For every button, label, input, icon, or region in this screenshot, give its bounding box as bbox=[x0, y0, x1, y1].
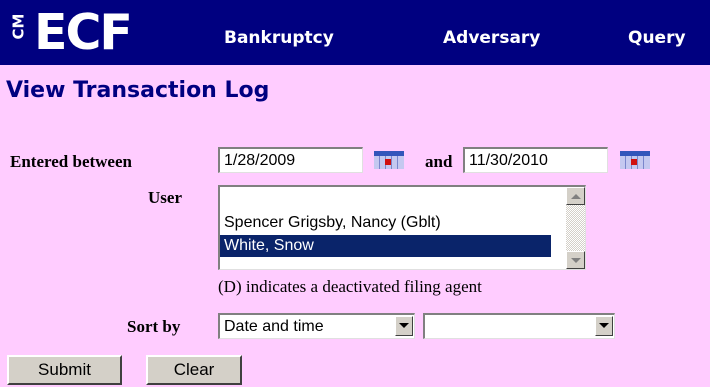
arrow-down-icon bbox=[571, 258, 581, 263]
clear-button[interactable]: Clear bbox=[146, 355, 242, 385]
dropdown-button[interactable] bbox=[395, 316, 413, 336]
logo-ecf-text: ECF bbox=[34, 4, 133, 61]
top-navigation-bar: CM ECF Bankruptcy Adversary Query bbox=[0, 0, 710, 65]
listbox-scrollbar[interactable] bbox=[566, 187, 585, 269]
logo-cm-text: CM bbox=[6, 14, 32, 54]
scroll-down-button[interactable] bbox=[566, 251, 585, 269]
sort-by-label: Sort by bbox=[127, 317, 181, 336]
cmecf-logo: CM ECF bbox=[6, 6, 178, 60]
nav-adversary[interactable]: Adversary bbox=[443, 28, 540, 48]
end-date-field[interactable]: 11/30/2010 bbox=[463, 147, 608, 173]
submit-button[interactable]: Submit bbox=[7, 355, 122, 385]
entered-between-label: Entered between bbox=[10, 152, 132, 171]
start-date-field[interactable]: 1/28/2009 bbox=[218, 147, 363, 173]
page-title: View Transaction Log bbox=[6, 78, 270, 103]
sort-primary-select[interactable]: Date and time bbox=[218, 313, 415, 339]
nav-query[interactable]: Query bbox=[628, 28, 686, 48]
user-option[interactable]: Spencer Grigsby, Nancy (Gblt) bbox=[224, 212, 441, 234]
calendar-icon[interactable] bbox=[620, 151, 650, 169]
sort-primary-value: Date and time bbox=[224, 318, 324, 335]
sort-secondary-select[interactable] bbox=[423, 313, 615, 339]
arrow-up-icon bbox=[571, 194, 581, 199]
user-listbox[interactable]: Spencer Grigsby, Nancy (Gblt) White, Sno… bbox=[218, 185, 586, 270]
nav-bankruptcy[interactable]: Bankruptcy bbox=[224, 28, 334, 48]
user-label: User bbox=[148, 188, 182, 207]
chevron-down-icon bbox=[399, 323, 409, 328]
dropdown-button[interactable] bbox=[595, 316, 613, 336]
and-label: and bbox=[425, 152, 453, 171]
chevron-down-icon bbox=[599, 323, 609, 328]
user-option-selected[interactable]: White, Snow bbox=[220, 235, 551, 257]
calendar-icon[interactable] bbox=[374, 151, 404, 169]
scroll-up-button[interactable] bbox=[566, 187, 585, 205]
logo-cm-c: CM bbox=[9, 13, 28, 40]
deactivated-note: (D) indicates a deactivated filing agent bbox=[218, 277, 482, 296]
